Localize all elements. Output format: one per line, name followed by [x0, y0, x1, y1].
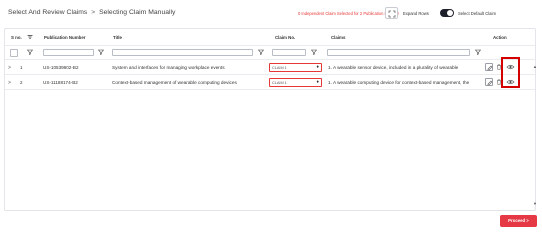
table-row[interactable]: > 1 US-10539802-B2 System and interfaces… — [5, 60, 535, 75]
claim-number-select[interactable]: CLAIM 1 ♦ — [269, 78, 322, 87]
sort-icon[interactable] — [27, 34, 33, 40]
expand-icon — [388, 10, 396, 18]
proceed-button[interactable]: Proceed > — [500, 215, 537, 227]
edit-button[interactable] — [485, 63, 493, 71]
row-claim-text: 1. A wearable sensor device, included in… — [328, 65, 459, 70]
expand-rows-button[interactable] — [385, 7, 398, 19]
filter-icon[interactable] — [475, 49, 481, 55]
column-header-title: Title — [113, 35, 122, 40]
title-filter-input[interactable] — [112, 49, 253, 56]
selection-notice: 0 Independent Claim Selected for 2 Publi… — [298, 11, 400, 16]
select-arrow-icon: ♦ — [316, 79, 319, 85]
filter-icon[interactable] — [311, 49, 317, 55]
row-sno: 2 — [20, 80, 23, 85]
breadcrumb-step-1[interactable]: Select And Review Claims — [8, 9, 87, 16]
row-sno: 1 — [20, 65, 23, 70]
table-row[interactable]: > 2 US-11188174-B2 Context-based managem… — [5, 75, 535, 90]
select-all-checkbox[interactable] — [10, 49, 18, 57]
column-header-sno: S no. — [11, 35, 22, 40]
claim-no-filter-input[interactable] — [272, 49, 306, 56]
scroll-down-icon[interactable]: ▼ — [533, 201, 537, 206]
claim-number-select[interactable]: CLAIM 1 ♦ — [269, 63, 322, 72]
action-highlight-box — [501, 57, 520, 88]
column-header-publication: Publication Number — [44, 35, 86, 40]
publication-filter-input[interactable] — [43, 49, 94, 56]
claims-table: S no. Publication Number Title Claim No.… — [4, 28, 536, 211]
row-title: Context-based management of wearable com… — [112, 80, 237, 85]
row-expand-caret[interactable]: > — [8, 65, 11, 71]
default-claim-toggle[interactable] — [440, 9, 454, 17]
pencil-icon — [487, 80, 493, 86]
claim-number-value: CLAIM 1 — [272, 80, 287, 85]
row-claim-text: 1. A wearable computing device for conte… — [328, 80, 470, 85]
filter-icon[interactable] — [258, 49, 264, 55]
scroll-up-icon[interactable]: ▲ — [533, 64, 537, 69]
row-publication-number: US-11188174-B2 — [43, 80, 78, 85]
edit-button[interactable] — [485, 78, 493, 86]
column-header-claims: Claims — [331, 35, 346, 40]
row-publication-number: US-10539802-B2 — [43, 65, 79, 70]
toggle-knob — [447, 10, 453, 16]
column-header-claim-no: Claim No. — [275, 35, 296, 40]
claim-number-value: CLAIM 1 — [272, 65, 287, 70]
breadcrumb: Select And Review Claims > Selecting Cla… — [8, 9, 175, 16]
default-claim-label: Select Default Claim — [458, 11, 496, 16]
select-arrow-icon: ♦ — [316, 64, 319, 70]
filter-icon[interactable] — [98, 49, 104, 55]
row-title: System and interfaces for managing workp… — [112, 65, 225, 70]
filter-icon[interactable] — [27, 49, 33, 55]
row-expand-caret[interactable]: > — [8, 80, 11, 86]
table-header: S no. Publication Number Title Claim No.… — [5, 29, 535, 46]
filter-row — [5, 46, 535, 60]
pencil-icon — [487, 65, 493, 71]
claims-filter-input[interactable] — [327, 49, 470, 56]
column-header-action: Action — [493, 35, 507, 40]
breadcrumb-step-2: Selecting Claim Manually — [99, 9, 176, 16]
breadcrumb-separator: > — [91, 9, 96, 16]
expand-rows-label: Expand Rows — [403, 11, 429, 16]
page-header: Select And Review Claims > Selecting Cla… — [0, 0, 542, 26]
